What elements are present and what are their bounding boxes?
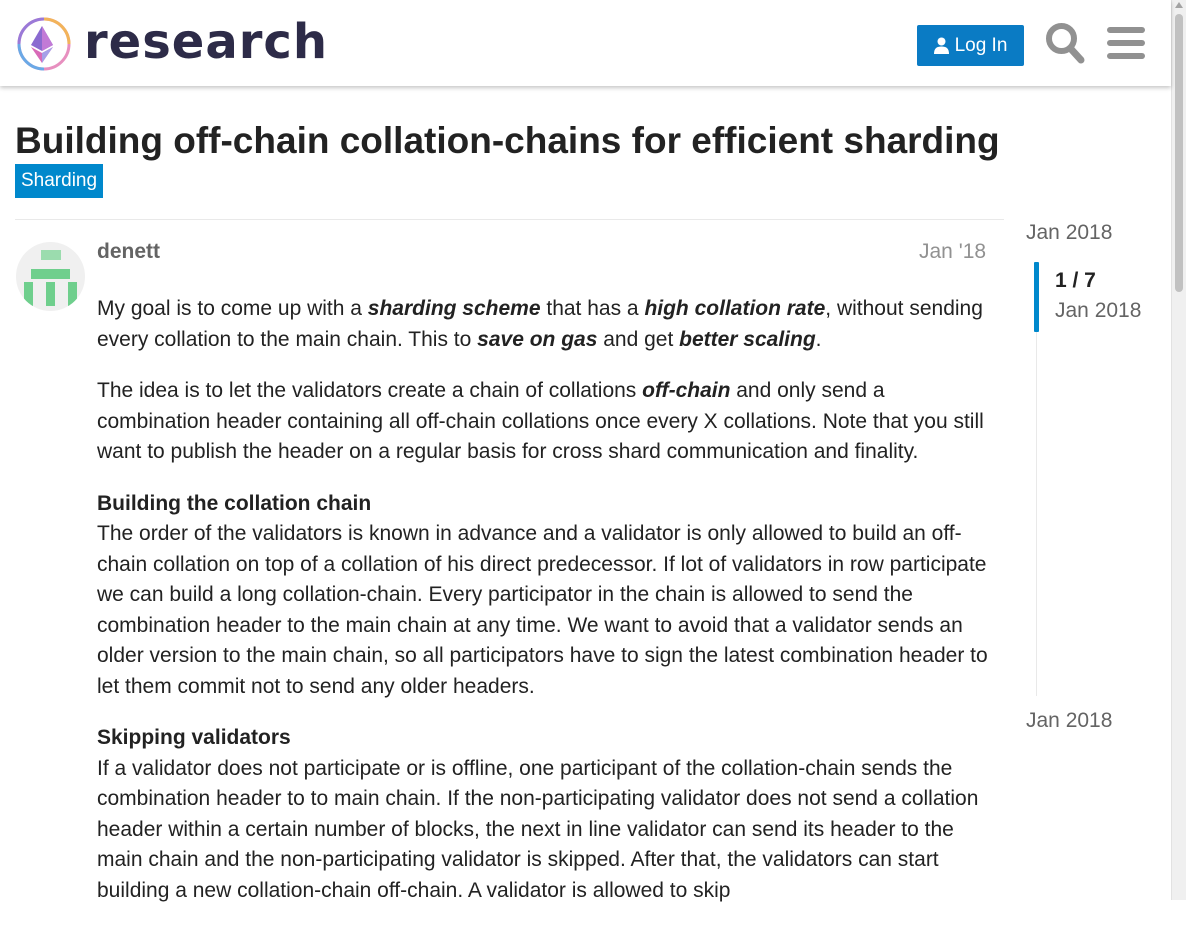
post-section: Building the collation chain The order of…	[97, 489, 997, 703]
post-text: My goal is to come up with a	[97, 297, 368, 320]
timeline-handle[interactable]	[1034, 262, 1039, 332]
post-paragraph: My goal is to come up with a sharding sc…	[97, 294, 997, 355]
login-button[interactable]: Log In	[917, 25, 1024, 66]
site-logo[interactable]: research	[16, 14, 327, 73]
post-text: .	[815, 327, 822, 351]
logo-text: research	[84, 14, 329, 70]
category-badge[interactable]: Sharding	[15, 164, 104, 198]
timeline-start-date[interactable]: Jan 2018	[1026, 219, 1112, 247]
post-text-emphasis: save on gas	[477, 327, 598, 351]
post-body: My goal is to come up with a sharding sc…	[97, 294, 997, 927]
avatar[interactable]	[16, 242, 85, 311]
hamburger-menu-icon[interactable]	[1107, 26, 1145, 60]
page-scrollbar[interactable]	[1171, 0, 1186, 900]
section-text: If a validator does not participate or i…	[97, 756, 979, 902]
site-header: research Log In	[0, 0, 1171, 86]
title-divider	[15, 219, 1004, 220]
post-section: Skipping validators If a validator does n…	[97, 723, 997, 906]
post-text-emphasis: better scaling	[679, 327, 816, 351]
topic-title[interactable]: Building off-chain collation-chains for …	[15, 118, 1000, 164]
post-text: The idea is to let the validators create…	[97, 379, 643, 402]
post-text-emphasis: high collation rate	[644, 297, 826, 320]
post-username[interactable]: denett	[97, 238, 160, 266]
post-text-emphasis: sharding scheme	[367, 297, 541, 320]
timeline-end-date[interactable]: Jan 2018	[1026, 707, 1112, 735]
post-paragraph: The idea is to let the validators create…	[97, 376, 997, 468]
user-icon	[933, 37, 949, 54]
post-text-emphasis: off-chain	[642, 379, 731, 402]
timeline-position: 1 / 7	[1055, 269, 1096, 292]
search-icon[interactable]	[1045, 22, 1085, 64]
scrollbar-thumb[interactable]	[1175, 14, 1183, 292]
section-heading: Skipping validators	[97, 726, 291, 749]
section-text: The order of the validators is known in …	[97, 522, 988, 698]
timeline-current-date: Jan 2018	[1055, 299, 1142, 322]
post-text: and get	[597, 327, 680, 351]
login-label: Log In	[954, 34, 1008, 56]
scroll-up-arrow-icon[interactable]	[1175, 2, 1183, 8]
post-text: that has a	[540, 297, 645, 320]
post-date[interactable]: Jan '18	[919, 238, 986, 266]
ethereum-logo-icon	[17, 17, 71, 71]
section-heading: Building the collation chain	[97, 491, 372, 515]
